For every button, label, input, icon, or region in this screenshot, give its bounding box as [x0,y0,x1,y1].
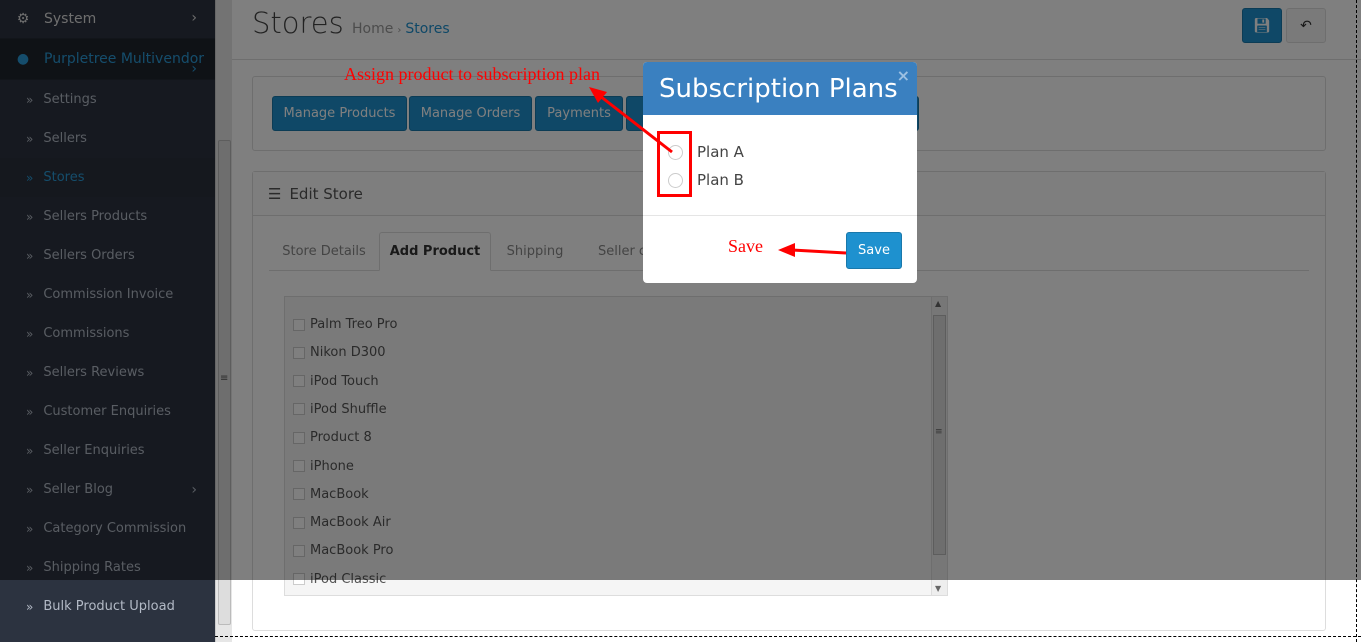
arrow-save [791,248,847,255]
annotation-arrows [589,87,847,257]
arrow-assign [599,94,673,154]
arrowhead-save [778,243,795,257]
